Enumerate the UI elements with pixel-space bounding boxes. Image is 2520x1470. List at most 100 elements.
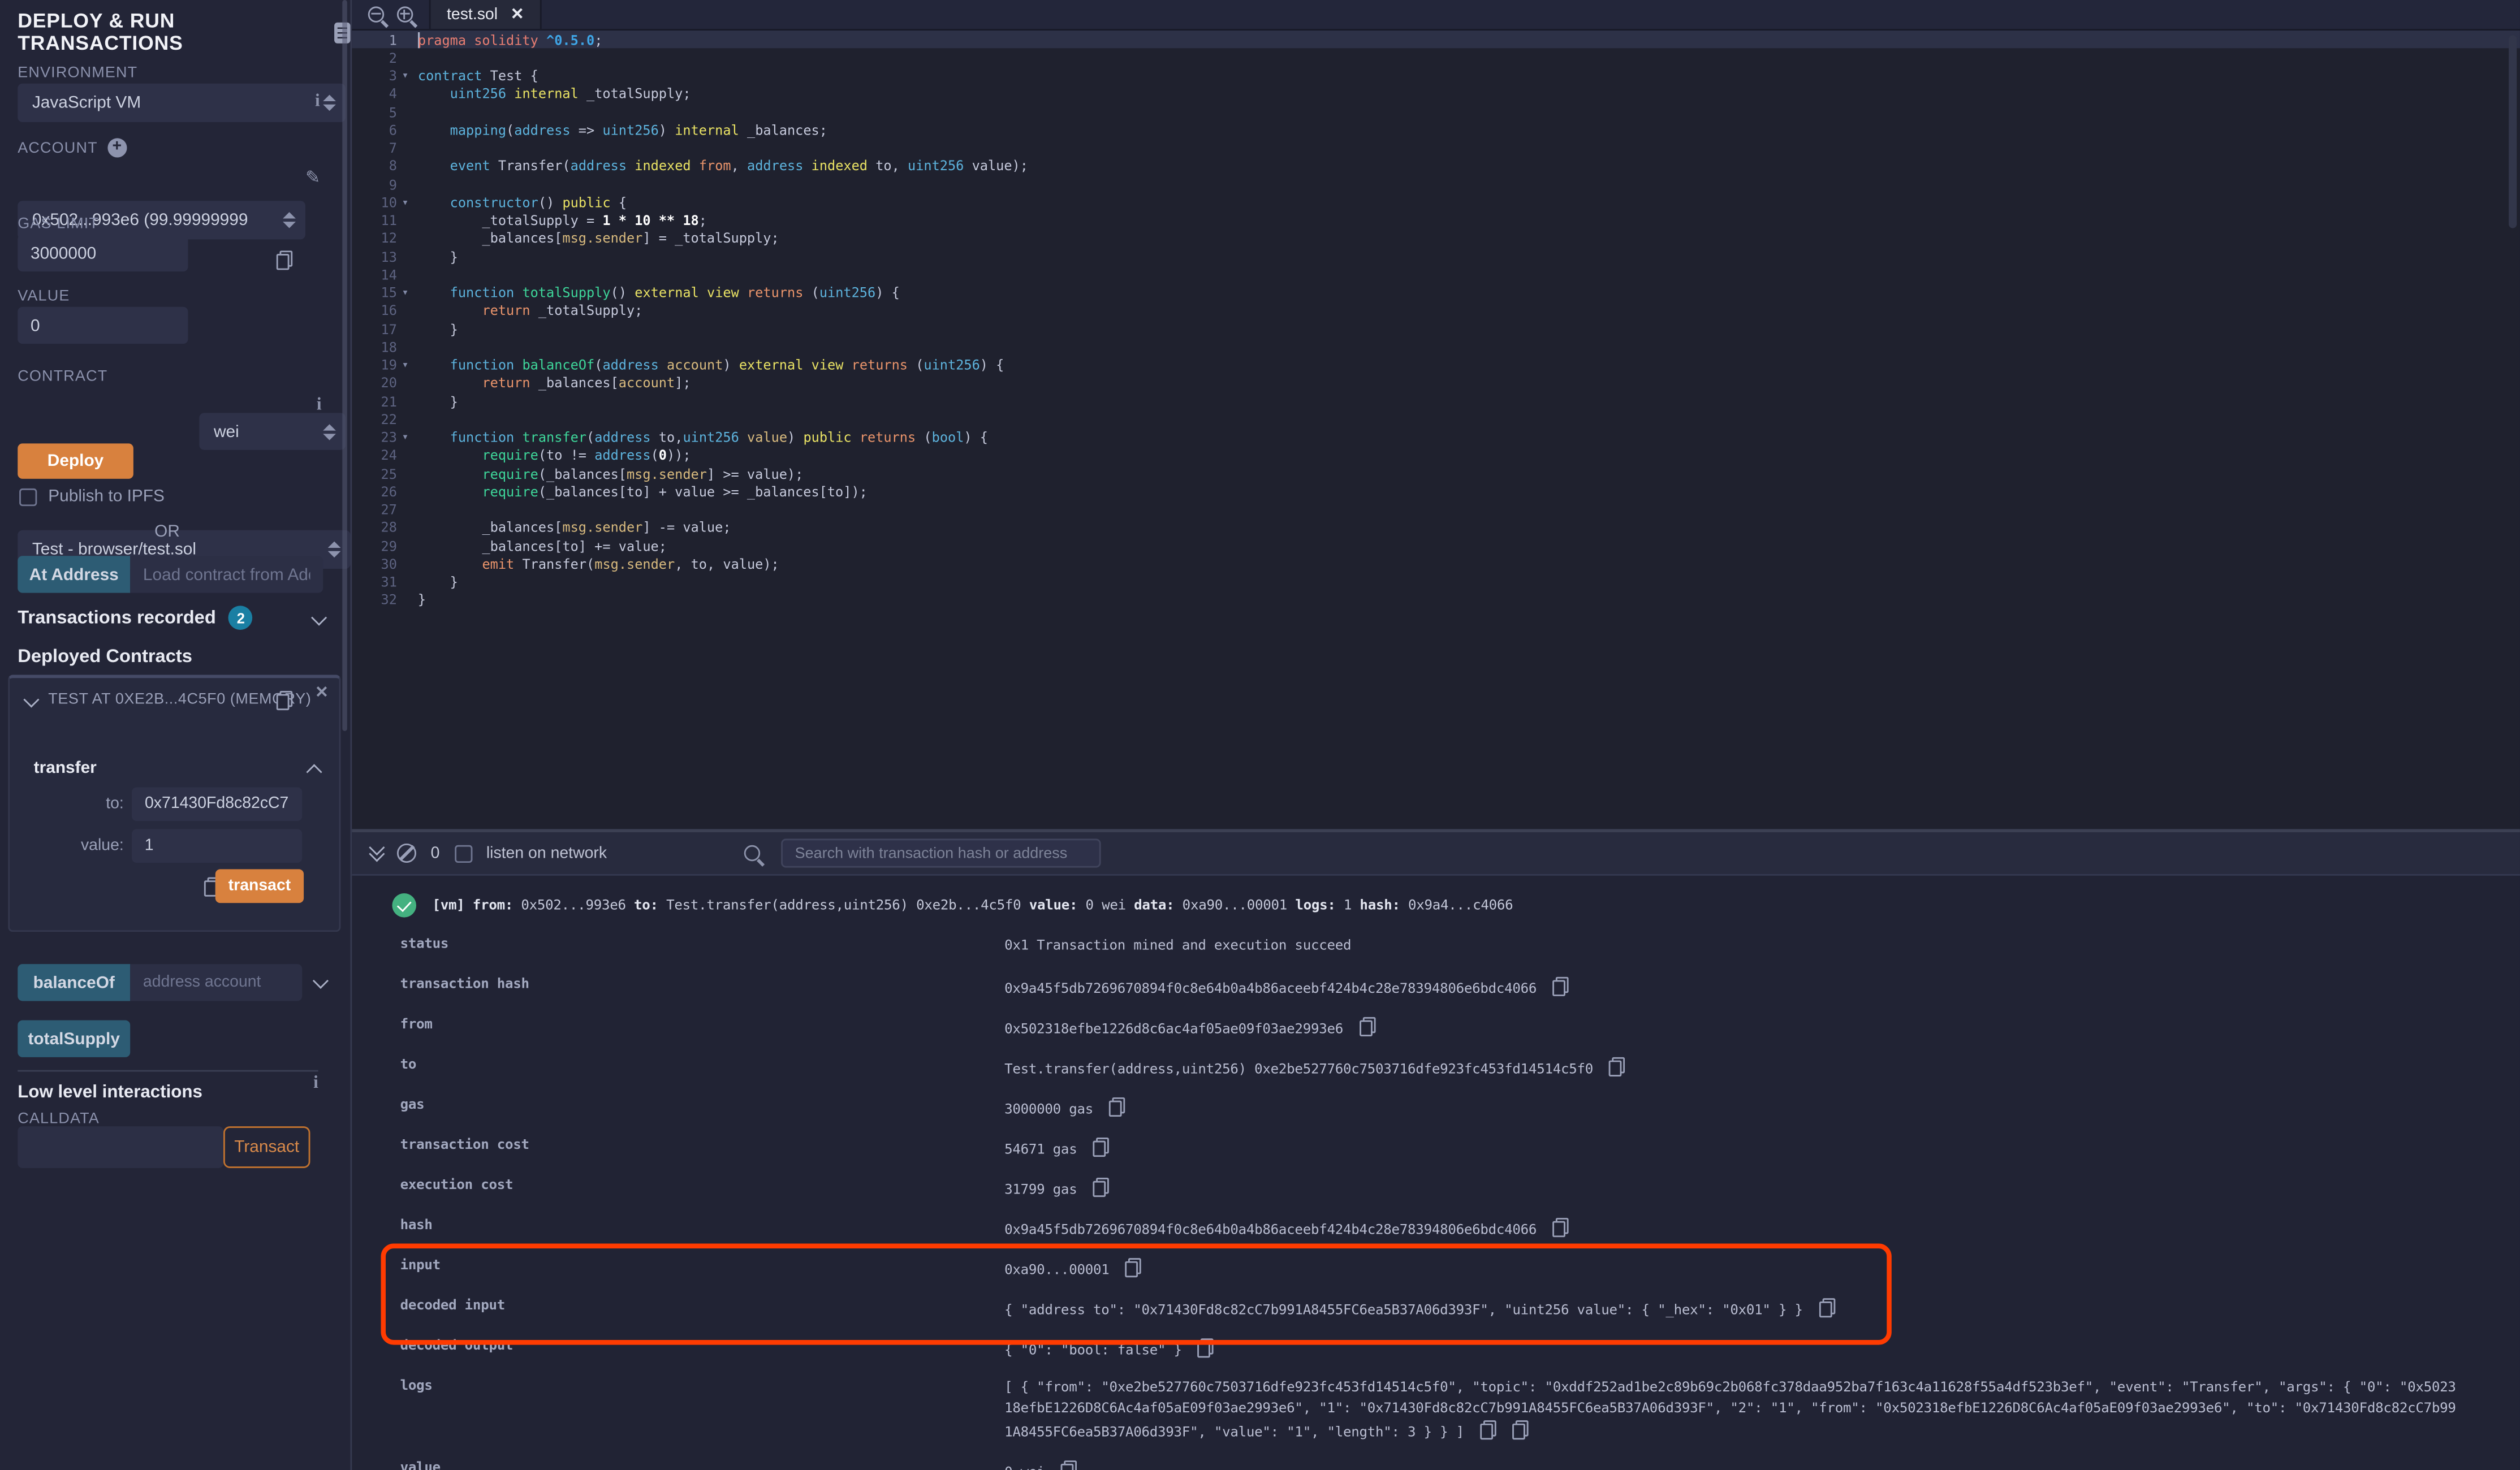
copy-instance-icon[interactable] xyxy=(277,691,292,710)
chevron-down-icon[interactable] xyxy=(311,610,327,626)
publish-ipfs-checkbox[interactable] xyxy=(19,488,37,506)
code-line-10[interactable]: 10▾ constructor() public { xyxy=(352,193,2520,211)
code-line-15[interactable]: 15▾ function totalSupply() external view… xyxy=(352,284,2520,302)
edit-account-icon[interactable]: ✎ xyxy=(305,167,320,188)
code-line-25[interactable]: 25 require(_balances[msg.sender] >= valu… xyxy=(352,464,2520,482)
code-line-13[interactable]: 13 } xyxy=(352,248,2520,266)
at-address-button[interactable]: At Address xyxy=(18,556,130,593)
zoom-in-icon[interactable] xyxy=(397,6,413,22)
code-line-18[interactable]: 18 xyxy=(352,338,2520,356)
code-area[interactable]: 1pragma solidity ^0.5.0;23▾contract Test… xyxy=(352,31,2520,829)
code-line-24[interactable]: 24 require(to != address(0)); xyxy=(352,446,2520,464)
spinner-icon[interactable] xyxy=(323,423,336,439)
copy-icon[interactable] xyxy=(1093,1138,1109,1157)
code-line-29[interactable]: 29 _balances[to] += value; xyxy=(352,537,2520,555)
code-line-12[interactable]: 12 _balances[msg.sender] = _totalSupply; xyxy=(352,230,2520,248)
tab-test-sol[interactable]: test.sol ✕ xyxy=(429,0,542,29)
value-unit-select[interactable]: wei xyxy=(199,413,346,449)
instance-chevron-down-icon[interactable] xyxy=(23,692,39,708)
code-line-7[interactable]: 7 xyxy=(352,139,2520,157)
tx-row-input: input0xa90...00001 xyxy=(400,1258,2520,1298)
calldata-input[interactable] xyxy=(18,1126,223,1168)
code-line-21[interactable]: 21 } xyxy=(352,392,2520,410)
code-text: } xyxy=(418,592,2520,608)
code-line-20[interactable]: 20 return _balances[account]; xyxy=(352,374,2520,392)
panel-scrollbar[interactable] xyxy=(342,0,347,731)
code-line-8[interactable]: 8 event Transfer(address indexed from, a… xyxy=(352,157,2520,175)
fold-arrow-icon[interactable]: ▾ xyxy=(397,70,418,83)
low-level-transact-button[interactable]: Transact xyxy=(223,1126,310,1168)
close-tab-icon[interactable]: ✕ xyxy=(511,6,524,23)
publish-ipfs-label: Publish to IPFS xyxy=(48,487,165,506)
code-line-19[interactable]: 19▾ function balanceOf(address account) … xyxy=(352,356,2520,374)
copy-icon[interactable] xyxy=(1553,1218,1569,1237)
collapse-transfer-icon[interactable] xyxy=(307,764,322,780)
contract-info-icon[interactable]: i xyxy=(317,395,322,414)
code-line-31[interactable]: 31 } xyxy=(352,573,2520,591)
gas-limit-input[interactable] xyxy=(18,235,188,271)
code-line-32[interactable]: 32} xyxy=(352,591,2520,609)
spinner-icon[interactable] xyxy=(283,212,296,228)
zoom-out-icon[interactable] xyxy=(368,6,384,22)
close-instance-icon[interactable]: ✕ xyxy=(315,685,329,702)
listen-network-checkbox[interactable] xyxy=(454,844,472,862)
transaction-summary[interactable]: [vm] from: 0x502...993e6 to: Test.transf… xyxy=(352,876,2520,937)
copy-icon[interactable] xyxy=(1093,1178,1109,1197)
code-line-27[interactable]: 27 xyxy=(352,500,2520,518)
code-line-23[interactable]: 23▾ function transfer(address to,uint256… xyxy=(352,428,2520,446)
totalsupply-button[interactable]: totalSupply xyxy=(18,1021,130,1057)
add-account-icon[interactable]: + xyxy=(107,138,127,157)
copy-icon[interactable] xyxy=(1609,1057,1625,1076)
at-address-input[interactable] xyxy=(130,556,323,593)
code-line-6[interactable]: 6 mapping(address => uint256) internal _… xyxy=(352,121,2520,139)
code-line-4[interactable]: 4 uint256 internal _totalSupply; xyxy=(352,85,2520,103)
tx-row-label: gas xyxy=(400,1097,1005,1113)
deploy-button[interactable]: Deploy xyxy=(18,443,133,479)
code-line-2[interactable]: 2 xyxy=(352,49,2520,67)
spinner-icon[interactable] xyxy=(328,542,341,557)
code-line-22[interactable]: 22 xyxy=(352,410,2520,428)
copy-account-icon[interactable] xyxy=(277,250,292,270)
code-line-26[interactable]: 26 require(_balances[to] + value >= _bal… xyxy=(352,482,2520,500)
fold-arrow-icon[interactable]: ▾ xyxy=(397,431,418,444)
fold-arrow-icon[interactable]: ▾ xyxy=(397,196,418,209)
copy-icon[interactable] xyxy=(1553,977,1569,996)
clear-console-icon[interactable] xyxy=(397,844,416,863)
code-line-11[interactable]: 11 _totalSupply = 1 * 10 ** 18; xyxy=(352,211,2520,230)
environment-select[interactable]: JavaScript VM xyxy=(18,84,346,122)
editor-scrollbar[interactable] xyxy=(2509,36,2517,228)
code-line-16[interactable]: 16 return _totalSupply; xyxy=(352,302,2520,320)
code-line-14[interactable]: 14 xyxy=(352,266,2520,284)
terminal-search-input[interactable] xyxy=(780,838,1101,867)
transfer-to-input[interactable] xyxy=(132,787,302,821)
tx-row-label: logs xyxy=(400,1378,1005,1394)
transfer-value-input[interactable] xyxy=(132,829,302,863)
copy-icon[interactable] xyxy=(1480,1420,1496,1439)
expand-terminal-icon[interactable] xyxy=(371,847,382,860)
code-line-17[interactable]: 17 } xyxy=(352,320,2520,338)
copy-icon[interactable] xyxy=(1061,1460,1077,1470)
code-line-1[interactable]: 1pragma solidity ^0.5.0; xyxy=(352,31,2520,49)
code-line-30[interactable]: 30 emit Transfer(msg.sender, to, value); xyxy=(352,555,2520,573)
copy-icon[interactable] xyxy=(1819,1298,1835,1317)
copy-icon[interactable] xyxy=(1109,1097,1125,1117)
code-text: _totalSupply = 1 * 10 ** 18; xyxy=(418,212,2520,228)
copy-icon[interactable] xyxy=(1198,1338,1214,1357)
fold-arrow-icon[interactable]: ▾ xyxy=(397,358,418,371)
balanceof-button[interactable]: balanceOf xyxy=(18,964,130,1001)
balanceof-input[interactable] xyxy=(130,964,302,1001)
tx-row-decoded-input: decoded input{ "address to": "0x71430Fd8… xyxy=(400,1298,2520,1338)
code-line-5[interactable]: 5 xyxy=(352,103,2520,121)
copy-icon[interactable] xyxy=(1125,1258,1141,1277)
copy-icon[interactable] xyxy=(1359,1017,1375,1036)
code-line-3[interactable]: 3▾contract Test { xyxy=(352,67,2520,85)
transact-button[interactable]: transact xyxy=(215,869,304,903)
code-line-28[interactable]: 28 _balances[msg.sender] -= value; xyxy=(352,518,2520,537)
low-level-info-icon[interactable]: i xyxy=(313,1073,318,1092)
value-input[interactable] xyxy=(18,307,188,344)
environment-info-icon[interactable]: i xyxy=(315,92,320,111)
copy-icon[interactable] xyxy=(1512,1420,1528,1439)
spinner-icon[interactable] xyxy=(323,95,336,111)
code-line-9[interactable]: 9 xyxy=(352,175,2520,193)
fold-arrow-icon[interactable]: ▾ xyxy=(397,286,418,299)
